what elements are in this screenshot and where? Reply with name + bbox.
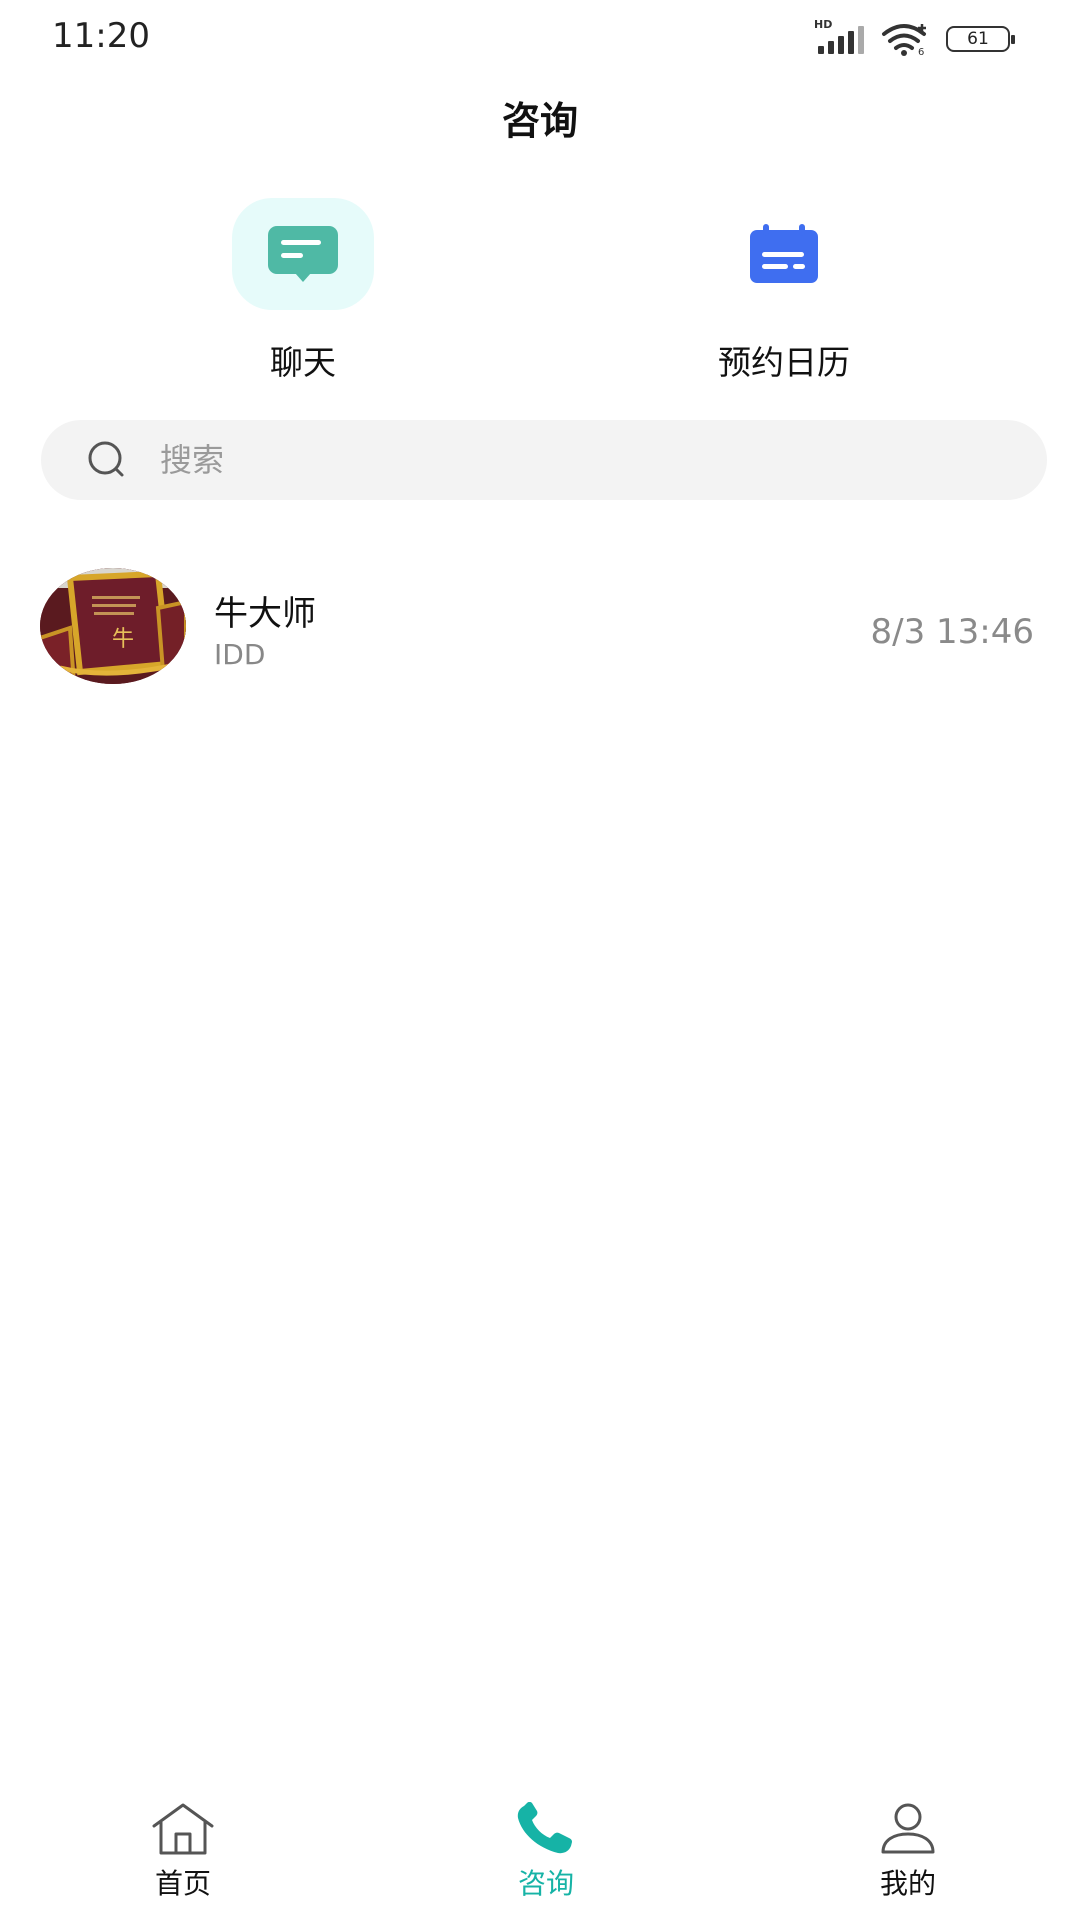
cellular-signal-icon: HD bbox=[814, 18, 864, 54]
search-icon bbox=[88, 441, 124, 477]
calendar-icon-tile bbox=[713, 198, 855, 310]
nav-label-consult: 咨询 bbox=[517, 1867, 574, 1900]
chat-label: 聊天 bbox=[270, 343, 336, 382]
calendar-label: 预约日历 bbox=[718, 343, 850, 382]
home-icon bbox=[152, 1803, 214, 1855]
nav-item-home[interactable]: 首页 bbox=[83, 1802, 283, 1902]
chat-icon-tile bbox=[232, 198, 374, 310]
battery-indicator: 61 bbox=[946, 26, 1015, 52]
status-bar: 11:20 HD 6 61 bbox=[0, 0, 1080, 80]
search-input[interactable] bbox=[158, 440, 962, 480]
nav-label-mine: 我的 bbox=[879, 1867, 936, 1900]
conversation-time: 8/3 13:46 bbox=[870, 612, 1034, 652]
calendar-icon bbox=[750, 224, 818, 283]
bottom-nav: 首页 咨询 我的 bbox=[0, 1790, 1080, 1920]
wifi-icon: 6 bbox=[882, 24, 926, 56]
battery-level: 61 bbox=[967, 29, 989, 49]
nav-item-consult[interactable]: 咨询 bbox=[446, 1802, 646, 1902]
svg-text:牛: 牛 bbox=[112, 627, 134, 652]
svg-text:6: 6 bbox=[918, 47, 924, 56]
conversation-subtitle: IDD bbox=[214, 638, 266, 671]
nav-label-home: 首页 bbox=[154, 1867, 211, 1900]
conversation-name: 牛大师 bbox=[214, 594, 316, 634]
calendar-action-button[interactable]: 预约日历 bbox=[664, 198, 904, 384]
hd-badge: HD bbox=[814, 18, 833, 31]
person-icon bbox=[881, 1803, 935, 1854]
status-time: 11:20 bbox=[52, 16, 150, 56]
status-icons: HD 6 61 bbox=[814, 18, 1015, 56]
page-title: 咨询 bbox=[501, 99, 578, 143]
nav-item-mine[interactable]: 我的 bbox=[808, 1802, 1008, 1902]
search-bar[interactable] bbox=[41, 420, 1047, 500]
chat-bubble-icon bbox=[268, 226, 338, 282]
phone-icon bbox=[517, 1802, 572, 1854]
chat-action-button[interactable]: 聊天 bbox=[183, 198, 423, 384]
conversation-item[interactable]: 牛 牛大师 IDD 8/3 13:46 bbox=[0, 560, 1080, 690]
avatar: 牛 bbox=[40, 568, 186, 684]
